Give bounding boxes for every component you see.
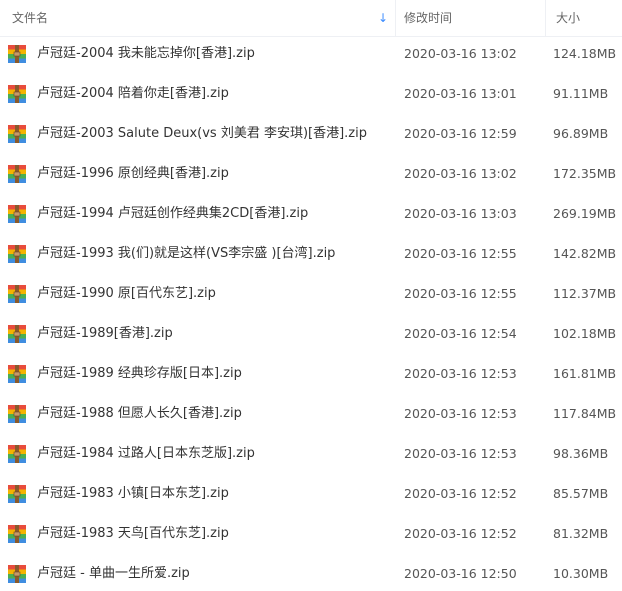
file-modified-time: 2020-03-16 12:53: [404, 406, 517, 421]
file-modified-time: 2020-03-16 12:53: [404, 366, 517, 381]
file-rows: 卢冠廷-2004 我未能忘掉你[香港].zip 2020-03-16 13:02 1…: [0, 34, 622, 591]
file-modified-time: 2020-03-16 12:55: [404, 286, 517, 301]
file-row[interactable]: 卢冠廷-1983 天鸟[百代东芝].zip 2020-03-16 12:52 81.…: [0, 514, 622, 554]
zip-archive-icon: [7, 44, 27, 64]
file-size: 96.89MB: [553, 126, 609, 141]
file-name[interactable]: 卢冠廷-2004 我未能忘掉你[香港].zip: [37, 34, 255, 74]
file-name[interactable]: 卢冠廷-1988 但愿人长久[香港].zip: [37, 394, 242, 434]
file-size: 91.11MB: [553, 86, 609, 101]
column-divider[interactable]: [395, 0, 396, 36]
file-name[interactable]: 卢冠廷-2003 Salute Deux(vs 刘美君 李安琪)[香港].zip: [37, 114, 367, 154]
file-size: 124.18MB: [553, 46, 617, 61]
file-row[interactable]: 卢冠廷-1993 我(们)就是这样(VS李宗盛 )[台湾].zip 2020-03…: [0, 234, 622, 274]
zip-archive-icon: [7, 324, 27, 344]
file-modified-time: 2020-03-16 12:59: [404, 126, 517, 141]
list-header: 文件名 ↓ 修改时间 大小: [0, 0, 622, 37]
zip-archive-icon: [7, 484, 27, 504]
zip-archive-icon: [7, 564, 27, 584]
file-name[interactable]: 卢冠廷-1996 原创经典[香港].zip: [37, 154, 229, 194]
file-name[interactable]: 卢冠廷-1990 原[百代东艺].zip: [37, 274, 216, 314]
file-size: 142.82MB: [553, 246, 617, 261]
file-row[interactable]: 卢冠廷-1989 经典珍存版[日本].zip 2020-03-16 12:53 16…: [0, 354, 622, 394]
column-header-size[interactable]: 大小: [556, 0, 580, 36]
file-size: 172.35MB: [553, 166, 617, 181]
zip-archive-icon: [7, 404, 27, 424]
file-size: 112.37MB: [553, 286, 617, 301]
file-modified-time: 2020-03-16 12:52: [404, 486, 517, 501]
zip-archive-icon: [7, 164, 27, 184]
file-modified-time: 2020-03-16 12:53: [404, 446, 517, 461]
file-size: 269.19MB: [553, 206, 617, 221]
file-name[interactable]: 卢冠廷-1994 卢冠廷创作经典集2CD[香港].zip: [37, 194, 308, 234]
file-modified-time: 2020-03-16 13:03: [404, 206, 517, 221]
zip-archive-icon: [7, 524, 27, 544]
column-divider[interactable]: [545, 0, 546, 36]
file-row[interactable]: 卢冠廷-1984 过路人[日本东芝版].zip 2020-03-16 12:53 9…: [0, 434, 622, 474]
zip-archive-icon: [7, 84, 27, 104]
file-row[interactable]: 卢冠廷-2004 我未能忘掉你[香港].zip 2020-03-16 13:02 1…: [0, 34, 622, 74]
file-modified-time: 2020-03-16 12:52: [404, 526, 517, 541]
zip-archive-icon: [7, 444, 27, 464]
file-name[interactable]: 卢冠廷-1983 天鸟[百代东芝].zip: [37, 514, 229, 554]
zip-archive-icon: [7, 364, 27, 384]
zip-archive-icon: [7, 124, 27, 144]
file-size: 85.57MB: [553, 486, 609, 501]
file-row[interactable]: 卢冠廷-2003 Salute Deux(vs 刘美君 李安琪)[香港].zip…: [0, 114, 622, 154]
column-header-modified[interactable]: 修改时间: [404, 0, 452, 36]
file-row[interactable]: 卢冠廷-2004 陪着你走[香港].zip 2020-03-16 13:01 91.…: [0, 74, 622, 114]
file-size: 10.30MB: [553, 566, 609, 581]
zip-archive-icon: [7, 284, 27, 304]
file-name[interactable]: 卢冠廷-2004 陪着你走[香港].zip: [37, 74, 229, 114]
file-size: 117.84MB: [553, 406, 617, 421]
file-modified-time: 2020-03-16 13:02: [404, 46, 517, 61]
file-modified-time: 2020-03-16 12:54: [404, 326, 517, 341]
column-header-name[interactable]: 文件名: [12, 0, 48, 36]
file-name[interactable]: 卢冠廷-1989 经典珍存版[日本].zip: [37, 354, 242, 394]
zip-archive-icon: [7, 204, 27, 224]
file-modified-time: 2020-03-16 13:01: [404, 86, 517, 101]
file-size: 102.18MB: [553, 326, 617, 341]
file-size: 81.32MB: [553, 526, 609, 541]
file-row[interactable]: 卢冠廷-1989[香港].zip 2020-03-16 12:54 102.18MB: [0, 314, 622, 354]
file-name[interactable]: 卢冠廷-1983 小镇[日本东芝].zip: [37, 474, 229, 514]
file-size: 98.36MB: [553, 446, 609, 461]
file-row[interactable]: 卢冠廷-1988 但愿人长久[香港].zip 2020-03-16 12:53 11…: [0, 394, 622, 434]
file-name[interactable]: 卢冠廷 - 单曲一生所爱.zip: [37, 554, 190, 591]
file-size: 161.81MB: [553, 366, 617, 381]
file-modified-time: 2020-03-16 12:50: [404, 566, 517, 581]
file-list: 文件名 ↓ 修改时间 大小 卢冠廷-2004 我未能忘掉你[香港].zip 202…: [0, 0, 622, 591]
file-row[interactable]: 卢冠廷 - 单曲一生所爱.zip 2020-03-16 12:50 10.30MB: [0, 554, 622, 591]
file-row[interactable]: 卢冠廷-1994 卢冠廷创作经典集2CD[香港].zip 2020-03-16 1…: [0, 194, 622, 234]
file-name[interactable]: 卢冠廷-1989[香港].zip: [37, 314, 173, 354]
file-row[interactable]: 卢冠廷-1996 原创经典[香港].zip 2020-03-16 13:02 172…: [0, 154, 622, 194]
file-name[interactable]: 卢冠廷-1993 我(们)就是这样(VS李宗盛 )[台湾].zip: [37, 234, 335, 274]
file-row[interactable]: 卢冠廷-1983 小镇[日本东芝].zip 2020-03-16 12:52 85.…: [0, 474, 622, 514]
zip-archive-icon: [7, 244, 27, 264]
file-row[interactable]: 卢冠廷-1990 原[百代东艺].zip 2020-03-16 12:55 112.…: [0, 274, 622, 314]
file-name[interactable]: 卢冠廷-1984 过路人[日本东芝版].zip: [37, 434, 255, 474]
sort-down-icon[interactable]: ↓: [378, 0, 388, 36]
file-modified-time: 2020-03-16 12:55: [404, 246, 517, 261]
file-modified-time: 2020-03-16 13:02: [404, 166, 517, 181]
